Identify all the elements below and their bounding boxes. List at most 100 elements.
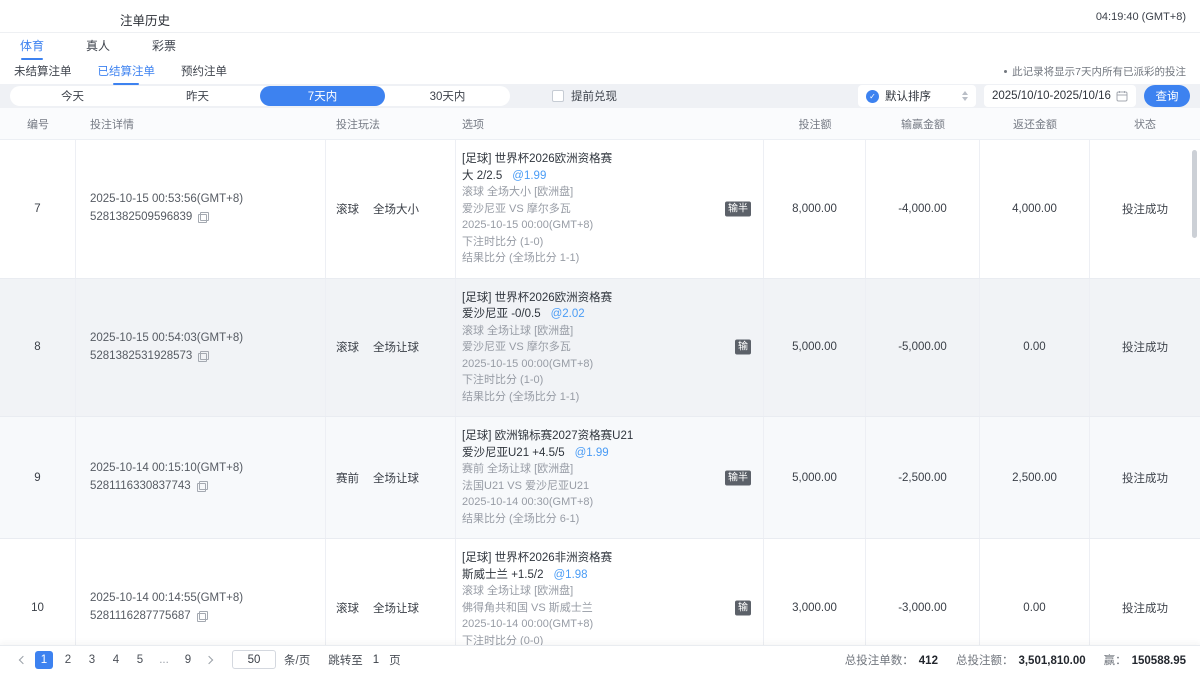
- bet-amount-cell: 5,000.00: [764, 279, 866, 417]
- sub-tab[interactable]: 预约注单: [181, 63, 227, 79]
- refund-cell: 4,000.00: [980, 140, 1090, 278]
- page-size-input[interactable]: 50: [232, 650, 276, 669]
- option-detail-line: 结果比分 (全场比分 1-1): [462, 250, 729, 267]
- play-market: 全场大小: [373, 201, 419, 217]
- bet-detail-cell: 2025-10-14 00:15:10(GMT+8) 5281116330837…: [76, 417, 326, 538]
- total-amount: 总投注额：3,501,810.00: [956, 652, 1086, 668]
- option-cell: [足球] 世界杯2026欧洲资格赛 爱沙尼亚 -0/0.5@2.02 滚球 全场…: [456, 279, 764, 417]
- page-button[interactable]: 3: [83, 651, 101, 669]
- copy-icon[interactable]: [198, 351, 209, 362]
- bet-detail-cell: 2025-10-15 00:53:56(GMT+8) 5281382509596…: [76, 140, 326, 278]
- page-button[interactable]: 1: [35, 651, 53, 669]
- notice-text: 此记录将显示7天内所有已派彩的投注: [1012, 64, 1186, 79]
- summary-totals: 总投注单数：412 总投注额：3,501,810.00 赢：150588.95: [845, 652, 1186, 668]
- checkbox-icon[interactable]: [552, 90, 564, 102]
- column-header: 投注详情: [76, 116, 326, 132]
- option-detail-line: 法国U21 VS 爱沙尼亚U21: [462, 478, 729, 495]
- status-cell: 投注成功: [1090, 417, 1200, 538]
- pagination-bar: 12345...9 50 条/页 跳转至 1 页 总投注单数：412 总投注额：…: [0, 645, 1200, 673]
- bet-amount-cell: 5,000.00: [764, 417, 866, 538]
- bet-id: 5281382509596839: [90, 210, 192, 225]
- option-detail-line: 滚球 全场让球 [欧洲盘]: [462, 323, 729, 340]
- jump-page-input[interactable]: 1: [373, 654, 379, 666]
- filter-right-controls: ✓ 默认排序 2025/10/10-2025/10/16 查询: [858, 85, 1190, 107]
- date-range-picker[interactable]: 2025/10/10-2025/10/16: [984, 85, 1136, 107]
- winloss-cell: -2,500.00: [866, 417, 980, 538]
- record-notice: 此记录将显示7天内所有已派彩的投注: [1004, 64, 1186, 79]
- table-row[interactable]: 9 2025-10-14 00:15:10(GMT+8) 52811163308…: [0, 417, 1200, 539]
- selection-line: 爱沙尼亚U21 +4.5/5@1.99: [462, 445, 729, 462]
- status-cell: 投注成功: [1090, 140, 1200, 278]
- result-badge: 输: [735, 600, 751, 615]
- option-detail-line: 滚球 全场让球 [欧洲盘]: [462, 583, 729, 600]
- range-button[interactable]: 30天内: [385, 86, 510, 106]
- bet-detail-cell: 2025-10-15 00:54:03(GMT+8) 5281382531928…: [76, 279, 326, 417]
- sub-tab[interactable]: 已结算注单: [98, 63, 156, 79]
- page-button[interactable]: 4: [107, 651, 125, 669]
- next-page-button[interactable]: [200, 651, 218, 669]
- prev-page-button[interactable]: [14, 651, 32, 669]
- copy-icon[interactable]: [197, 611, 208, 622]
- refund-cell: 0.00: [980, 539, 1090, 645]
- odds-value: @1.99: [575, 447, 609, 459]
- column-header: 状态: [1090, 116, 1200, 132]
- page-button[interactable]: 2: [59, 651, 77, 669]
- option-detail-line: 结果比分 (全场比分 1-1): [462, 389, 729, 406]
- early-cashout-checkbox[interactable]: 提前兑现: [552, 88, 617, 104]
- option-cell: [足球] 世界杯2026欧洲资格赛 大 2/2.5@1.99 滚球 全场大小 […: [456, 140, 764, 278]
- page-button[interactable]: 9: [179, 651, 197, 669]
- play-type-cell: 滚球 全场让球: [326, 539, 456, 645]
- option-cell: [足球] 欧洲锦标赛2027资格赛U21 爱沙尼亚U21 +4.5/5@1.99…: [456, 417, 764, 538]
- option-cell: [足球] 世界杯2026非洲资格赛 斯威士兰 +1.5/2@1.98 滚球 全场…: [456, 539, 764, 645]
- range-button[interactable]: 今天: [10, 86, 135, 106]
- copy-icon[interactable]: [197, 481, 208, 492]
- query-button[interactable]: 查询: [1144, 85, 1190, 107]
- play-market: 全场让球: [373, 339, 419, 355]
- vertical-scrollbar[interactable]: [1192, 150, 1197, 238]
- selection-line: 爱沙尼亚 -0/0.5@2.02: [462, 306, 729, 323]
- copy-icon[interactable]: [198, 212, 209, 223]
- table-row[interactable]: 8 2025-10-15 00:54:03(GMT+8) 52813825319…: [0, 279, 1200, 418]
- bet-amount-cell: 3,000.00: [764, 539, 866, 645]
- league-name: [足球] 欧洲锦标赛2027资格赛U21: [462, 428, 729, 445]
- option-detail-line: 爱沙尼亚 VS 摩尔多瓦: [462, 201, 729, 218]
- table-row[interactable]: 10 2025-10-14 00:14:55(GMT+8) 5281116287…: [0, 539, 1200, 645]
- server-time: 04:19:40 (GMT+8): [1096, 11, 1186, 23]
- sort-select[interactable]: ✓ 默认排序: [858, 85, 976, 107]
- play-phase: 滚球: [336, 339, 359, 355]
- nav-tab[interactable]: 彩票: [152, 37, 176, 54]
- range-button[interactable]: 昨天: [135, 86, 260, 106]
- column-header: 返还金额: [980, 116, 1090, 132]
- league-name: [足球] 世界杯2026非洲资格赛: [462, 550, 729, 567]
- jump-to-label: 跳转至: [328, 652, 363, 668]
- play-phase: 滚球: [336, 201, 359, 217]
- row-number: 9: [0, 417, 76, 538]
- option-detail-line: 佛得角共和国 VS 斯威士兰: [462, 600, 729, 617]
- sort-select-value: 默认排序: [885, 88, 931, 104]
- date-range-segmented-control: 今天昨天7天内30天内: [10, 86, 510, 106]
- bet-time: 2025-10-15 00:53:56(GMT+8): [90, 192, 325, 207]
- table-row[interactable]: 7 2025-10-15 00:53:56(GMT+8) 52813825095…: [0, 140, 1200, 279]
- play-type-cell: 滚球 全场大小: [326, 140, 456, 278]
- row-number: 8: [0, 279, 76, 417]
- winloss-cell: -5,000.00: [866, 279, 980, 417]
- calendar-icon: [1116, 90, 1128, 102]
- nav-tab[interactable]: 真人: [86, 37, 110, 54]
- page-button[interactable]: 5: [131, 651, 149, 669]
- range-button[interactable]: 7天内: [260, 86, 385, 106]
- result-badge: 输半: [725, 201, 751, 216]
- play-phase: 赛前: [336, 470, 359, 486]
- nav-tab[interactable]: 体育: [20, 37, 44, 54]
- selection: 爱沙尼亚 -0/0.5: [462, 308, 541, 320]
- chevron-right-icon: [205, 655, 213, 663]
- refund-cell: 2,500.00: [980, 417, 1090, 538]
- option-detail-line: 2025-10-14 00:00(GMT+8): [462, 616, 729, 633]
- sub-tab[interactable]: 未结算注单: [14, 63, 72, 79]
- odds-value: @1.99: [512, 170, 546, 182]
- notice-dot-icon: [1004, 70, 1007, 73]
- result-badge: 输半: [725, 470, 751, 485]
- bet-amount-cell: 8,000.00: [764, 140, 866, 278]
- selection-line: 大 2/2.5 @1.99: [462, 168, 729, 185]
- selection: 大 2/2.5: [462, 170, 502, 182]
- option-detail-line: 2025-10-14 00:30(GMT+8): [462, 494, 729, 511]
